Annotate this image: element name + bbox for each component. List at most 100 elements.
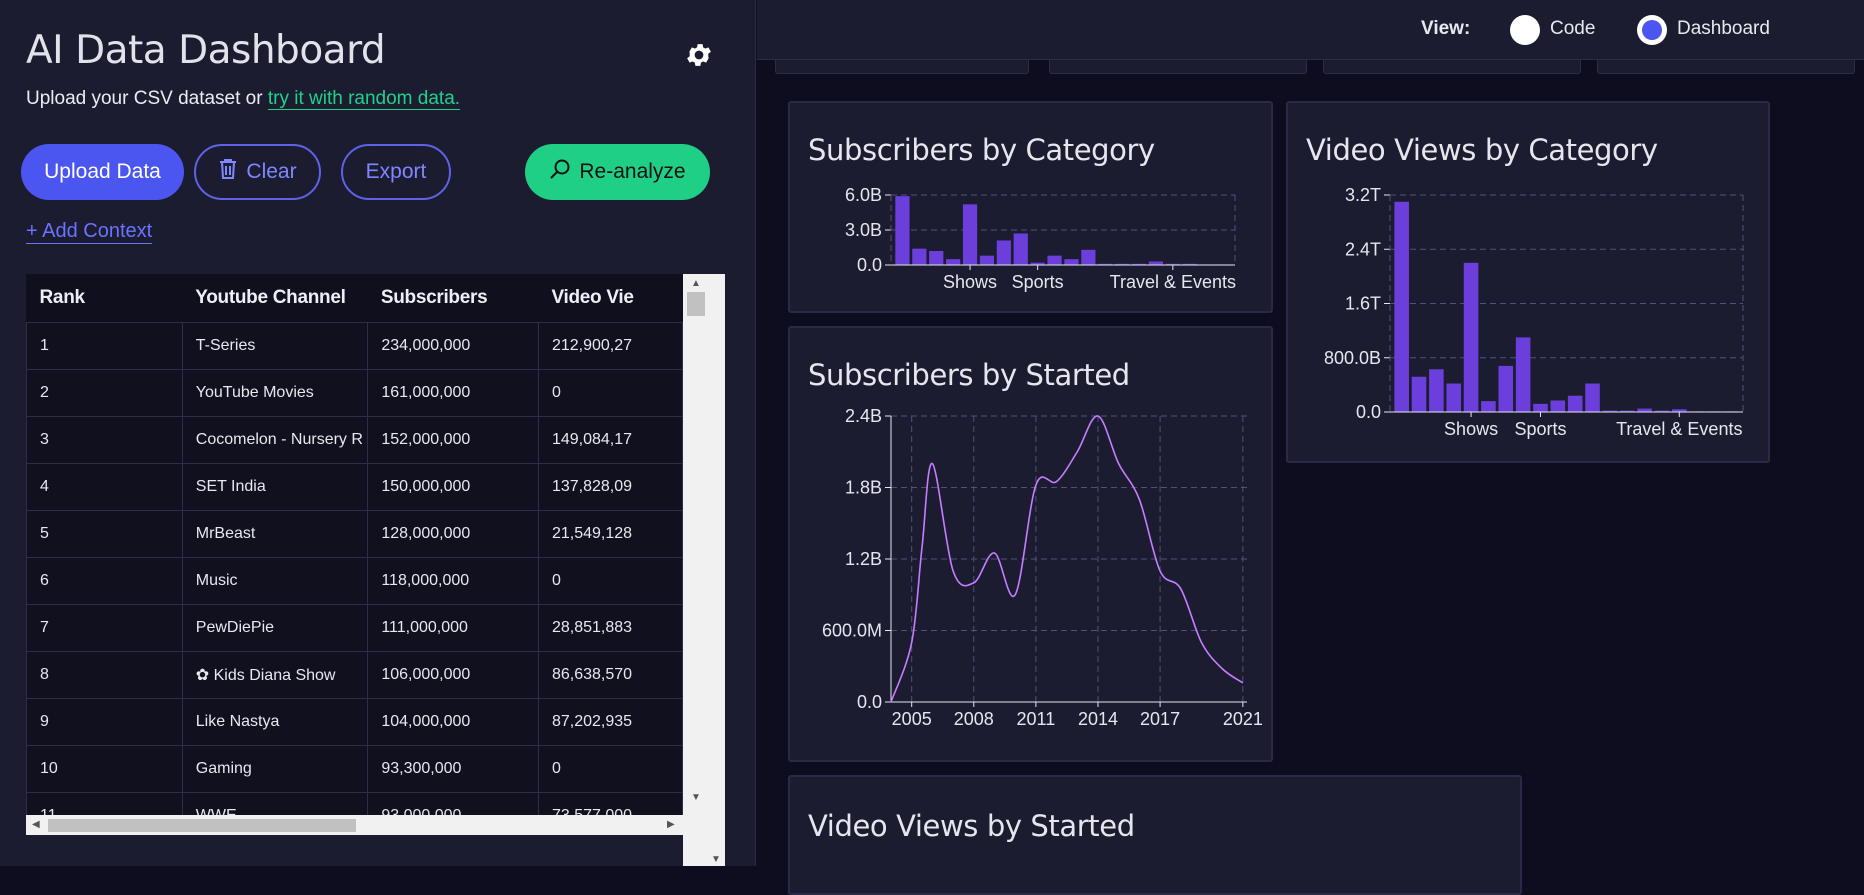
settings-gear-icon[interactable] xyxy=(684,40,714,70)
bar xyxy=(1411,376,1427,412)
upload-data-button[interactable]: Upload Data xyxy=(21,144,184,200)
cell-rank: 10 xyxy=(26,744,183,793)
stat-card xyxy=(1323,60,1581,74)
dashboard-view-label[interactable]: Dashboard xyxy=(1677,18,1770,40)
column-header-channel[interactable]: Youtube Channel xyxy=(182,274,368,323)
cell-channel: ✿ Kids Diana Show xyxy=(181,650,369,699)
bar xyxy=(1429,369,1444,412)
scroll-down-arrow-icon[interactable]: ▼ xyxy=(691,792,701,803)
bar xyxy=(1498,365,1514,412)
bar xyxy=(1047,255,1062,265)
bar xyxy=(962,204,978,265)
y-tick-label: 0.0 xyxy=(857,255,882,275)
bar xyxy=(1148,261,1164,265)
column-header-video-views[interactable]: Video Vie xyxy=(538,274,683,323)
cell-rank: 2 xyxy=(26,368,183,417)
data-table: Rank Youtube Channel Subscribers Video V… xyxy=(26,274,683,815)
table-row[interactable]: 4 SET India 150,000,000 137,828,09 xyxy=(26,462,683,511)
table-row[interactable]: 9 Like Nastya 104,000,000 87,202,935 xyxy=(26,697,683,746)
cell-channel: SET India xyxy=(181,462,369,511)
page-scroll-down-arrow-icon[interactable]: ▼ xyxy=(711,854,721,865)
cell-channel: PewDiePie xyxy=(181,603,369,652)
stat-card xyxy=(1597,60,1855,74)
table-row[interactable]: 6 Music 118,000,000 0 xyxy=(26,556,683,605)
cell-rank: 6 xyxy=(26,556,183,605)
bar xyxy=(1481,401,1496,412)
table-row[interactable]: 1 T-Series 234,000,000 212,900,27 xyxy=(26,321,683,370)
y-tick-label: 1.2B xyxy=(845,549,882,569)
cell-rank: 4 xyxy=(26,462,183,511)
cell-subscribers: 106,000,000 xyxy=(367,650,539,699)
bar xyxy=(1533,403,1548,412)
reanalyze-label: Re-analyze xyxy=(579,160,686,183)
table-horizontal-scrollbar[interactable]: ◀ ▶ xyxy=(26,815,683,835)
clear-button[interactable]: Clear xyxy=(194,144,321,200)
cell-channel: WWE xyxy=(181,791,369,815)
y-tick-label: 0.0 xyxy=(1356,402,1381,422)
reanalyze-button[interactable]: Re-analyze xyxy=(525,144,710,200)
stat-card xyxy=(775,60,1029,74)
export-label: Export xyxy=(365,160,427,183)
cell-video-views: 149,084,17 xyxy=(537,415,683,464)
cell-video-views: 212,900,27 xyxy=(537,321,683,370)
subscribers-by-started-chart: 0.0 600.0M 1.2B 1.8B 2.4B 2005 2008 2011 2014 201… xyxy=(822,406,1263,729)
export-button[interactable]: Export xyxy=(341,144,451,200)
scroll-up-arrow-icon[interactable]: ▲ xyxy=(691,278,701,289)
random-data-link[interactable]: try it with random data. xyxy=(267,88,461,110)
code-view-label[interactable]: Code xyxy=(1550,18,1595,40)
table-row[interactable]: 5 MrBeast 128,000,000 21,549,128 xyxy=(26,509,683,558)
chart-card-video-views-by-started: Video Views by Started xyxy=(788,775,1522,895)
scroll-left-arrow-icon[interactable]: ◀ xyxy=(32,819,40,830)
table-row[interactable]: 7 PewDiePie 111,000,000 28,851,883 xyxy=(26,603,683,652)
cell-subscribers: 93,000,000 xyxy=(367,791,539,815)
cell-channel: Music xyxy=(181,556,369,605)
bar xyxy=(912,248,927,265)
bar xyxy=(979,255,995,265)
cell-video-views: 28,851,883 xyxy=(537,603,683,652)
table-row[interactable]: 3 Cocomelon - Nursery R 152,000,000 149,084… xyxy=(26,415,683,464)
column-header-subscribers[interactable]: Subscribers xyxy=(367,274,539,323)
column-header-rank[interactable]: Rank xyxy=(26,274,183,323)
bar xyxy=(895,196,910,265)
cell-subscribers: 93,300,000 xyxy=(367,744,539,793)
table-header-row: Rank Youtube Channel Subscribers Video V… xyxy=(26,274,683,323)
table-row[interactable]: 11 WWE 93,000,000 73,577,000 xyxy=(26,791,683,815)
sidebar-panel: AI Data Dashboard Upload your CSV datase… xyxy=(0,0,756,866)
view-toolbar: View: Code Dashboard xyxy=(757,0,1864,60)
code-view-radio[interactable] xyxy=(1510,15,1540,45)
vertical-scroll-thumb[interactable] xyxy=(687,292,705,316)
table-row[interactable]: 8 ✿ Kids Diana Show 106,000,000 86,638,570 xyxy=(26,650,683,699)
bar xyxy=(929,251,944,265)
x-tick-label: Travel & Events xyxy=(1616,419,1742,439)
y-tick-label: 3.0B xyxy=(845,220,882,240)
dashboard-view-radio[interactable] xyxy=(1637,15,1667,45)
subscribers-by-category-chart: 0.0 3.0B 6.0B Shows Sports Travel & Events xyxy=(845,185,1236,292)
data-table-container[interactable]: Rank Youtube Channel Subscribers Video V… xyxy=(26,274,683,815)
bar xyxy=(1081,249,1096,265)
bar xyxy=(946,259,961,265)
y-tick-label: 6.0B xyxy=(845,185,882,205)
horizontal-scroll-thumb[interactable] xyxy=(48,819,356,832)
add-context-link[interactable]: + Add Context xyxy=(26,220,153,244)
upload-data-label: Upload Data xyxy=(44,160,161,183)
cell-video-views: 0 xyxy=(537,368,683,417)
chart-card-video-views-by-category: Video Views by Category 0.0 800.0B 1.6T 2.4… xyxy=(1286,101,1770,463)
cell-channel: Like Nastya xyxy=(181,697,369,746)
x-tick-label: Travel & Events xyxy=(1110,272,1236,292)
x-tick-label: 2017 xyxy=(1140,709,1180,729)
page-title: AI Data Dashboard xyxy=(26,28,386,73)
table-body: 1 T-Series 234,000,000 212,900,27 2 YouTube M… xyxy=(26,321,683,815)
cell-subscribers: 128,000,000 xyxy=(367,509,539,558)
cell-rank: 5 xyxy=(26,509,183,558)
dashboard-panel: View: Code Dashboard Subscribers by Cate… xyxy=(757,0,1864,895)
chart-title: Video Views by Started xyxy=(808,809,1135,843)
table-vertical-scrollbar[interactable]: ▲ ▼ ▼ xyxy=(683,274,725,866)
bar xyxy=(1064,259,1079,265)
cell-rank: 1 xyxy=(26,321,183,370)
cell-video-views: 86,638,570 xyxy=(537,650,683,699)
subtitle: Upload your CSV dataset or try it with r… xyxy=(26,88,461,110)
table-row[interactable]: 2 YouTube Movies 161,000,000 0 xyxy=(26,368,683,417)
table-row[interactable]: 10 Gaming 93,300,000 0 xyxy=(26,744,683,793)
scroll-right-arrow-icon[interactable]: ▶ xyxy=(667,819,675,830)
chart-card-subscribers-by-category: Subscribers by Category 0.0 3.0B 6.0B Shows… xyxy=(788,101,1273,313)
